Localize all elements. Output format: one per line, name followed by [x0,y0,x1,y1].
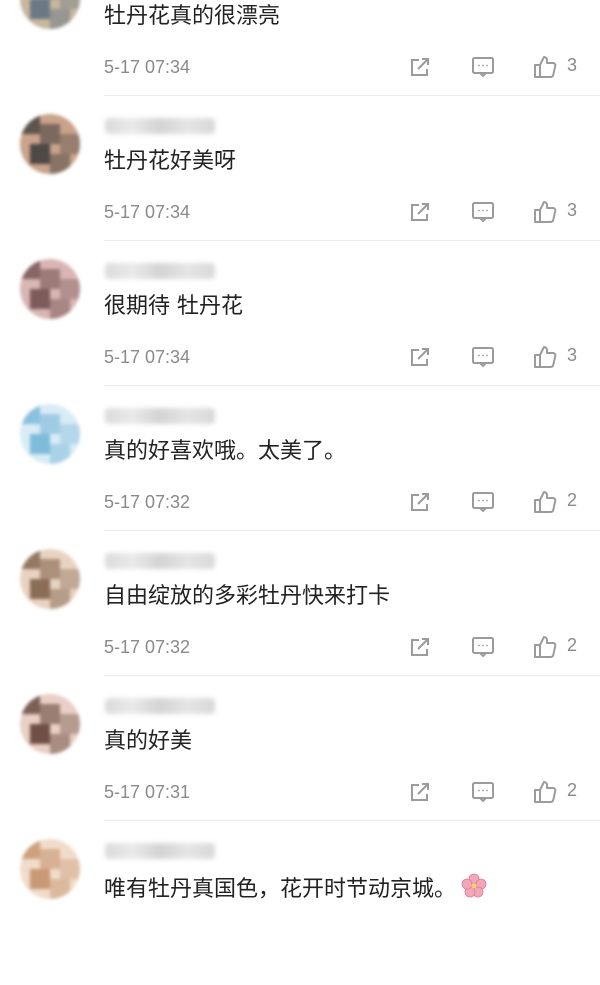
username-blurred[interactable] [105,698,215,714]
comment-actions: 3 [0,52,600,82]
comment-item: 牡丹花好美呀 5-17 07:34 3 [0,114,600,260]
comment-text-content: 唯有牡丹真国色，花开时节动京城。 [104,877,457,902]
like-count: 2 [567,780,578,800]
divider [104,385,600,386]
share-icon[interactable] [405,487,435,517]
divider [104,95,600,96]
like-count: 2 [567,635,578,655]
divider [104,240,600,241]
comment-actions: 2 [0,487,600,517]
like-count: 3 [567,345,578,365]
reply-icon[interactable] [468,777,498,807]
divider [104,530,600,531]
comment-text-content: 很期待 牡丹花 [104,294,243,319]
username-blurred[interactable] [105,843,215,859]
username-blurred[interactable] [105,263,215,279]
comment-text-content: 真的好美 [104,729,193,754]
like-count: 3 [567,200,578,220]
cherry-blossom-icon [456,873,488,902]
comment-text: 牡丹花真的很漂亮 [104,2,280,32]
like-icon[interactable] [530,487,560,517]
username-blurred[interactable] [105,118,215,134]
like-count: 2 [567,490,578,510]
reply-icon[interactable] [468,342,498,372]
reply-icon[interactable] [468,632,498,662]
share-icon[interactable] [405,197,435,227]
like-icon[interactable] [530,52,560,82]
comment-item: 自由绽放的多彩牡丹快来打卡 5-17 07:32 2 [0,549,600,695]
comment-text: 真的好喜欢哦。太美了。 [104,437,346,467]
avatar[interactable] [20,259,80,319]
share-icon[interactable] [405,632,435,662]
reply-icon[interactable] [468,197,498,227]
comment-text-content: 牡丹花真的很漂亮 [104,4,281,29]
comment-item: 很期待 牡丹花 5-17 07:34 3 [0,259,600,405]
avatar[interactable] [20,694,80,754]
comment-actions: 2 [0,777,600,807]
like-icon[interactable] [530,197,560,227]
reply-icon[interactable] [468,487,498,517]
divider [104,675,600,676]
reply-icon[interactable] [468,52,498,82]
share-icon[interactable] [405,342,435,372]
share-icon[interactable] [405,777,435,807]
avatar[interactable] [20,839,80,899]
comment-text: 真的好美 [104,727,192,757]
comment-text-content: 真的好喜欢哦。太美了。 [104,439,347,464]
like-icon[interactable] [530,777,560,807]
comment-text: 牡丹花好美呀 [104,147,236,177]
avatar[interactable] [20,404,80,464]
avatar[interactable] [20,549,80,609]
share-icon[interactable] [405,52,435,82]
comment-item: 牡丹花真的很漂亮 5-17 07:34 3 [0,0,600,115]
username-blurred[interactable] [105,408,215,424]
username-blurred[interactable] [105,553,215,569]
avatar[interactable] [20,114,80,174]
comment-text-content: 牡丹花好美呀 [104,149,237,174]
avatar[interactable] [20,0,80,29]
comment-actions: 2 [0,632,600,662]
comment-actions: 3 [0,197,600,227]
comment-actions: 3 [0,342,600,372]
comment-text: 唯有牡丹真国色，花开时节动京城。 [104,872,488,905]
comment-item: 唯有牡丹真国色，花开时节动京城。 [0,839,600,985]
comment-item: 真的好喜欢哦。太美了。 5-17 07:32 2 [0,404,600,550]
divider [104,820,600,821]
comment-text: 自由绽放的多彩牡丹快来打卡 [104,582,390,612]
comment-text-content: 自由绽放的多彩牡丹快来打卡 [104,584,391,609]
like-count: 3 [567,55,578,75]
comment-text: 很期待 牡丹花 [104,292,243,322]
comment-item: 真的好美 5-17 07:31 2 [0,694,600,840]
like-icon[interactable] [530,632,560,662]
like-icon[interactable] [530,342,560,372]
